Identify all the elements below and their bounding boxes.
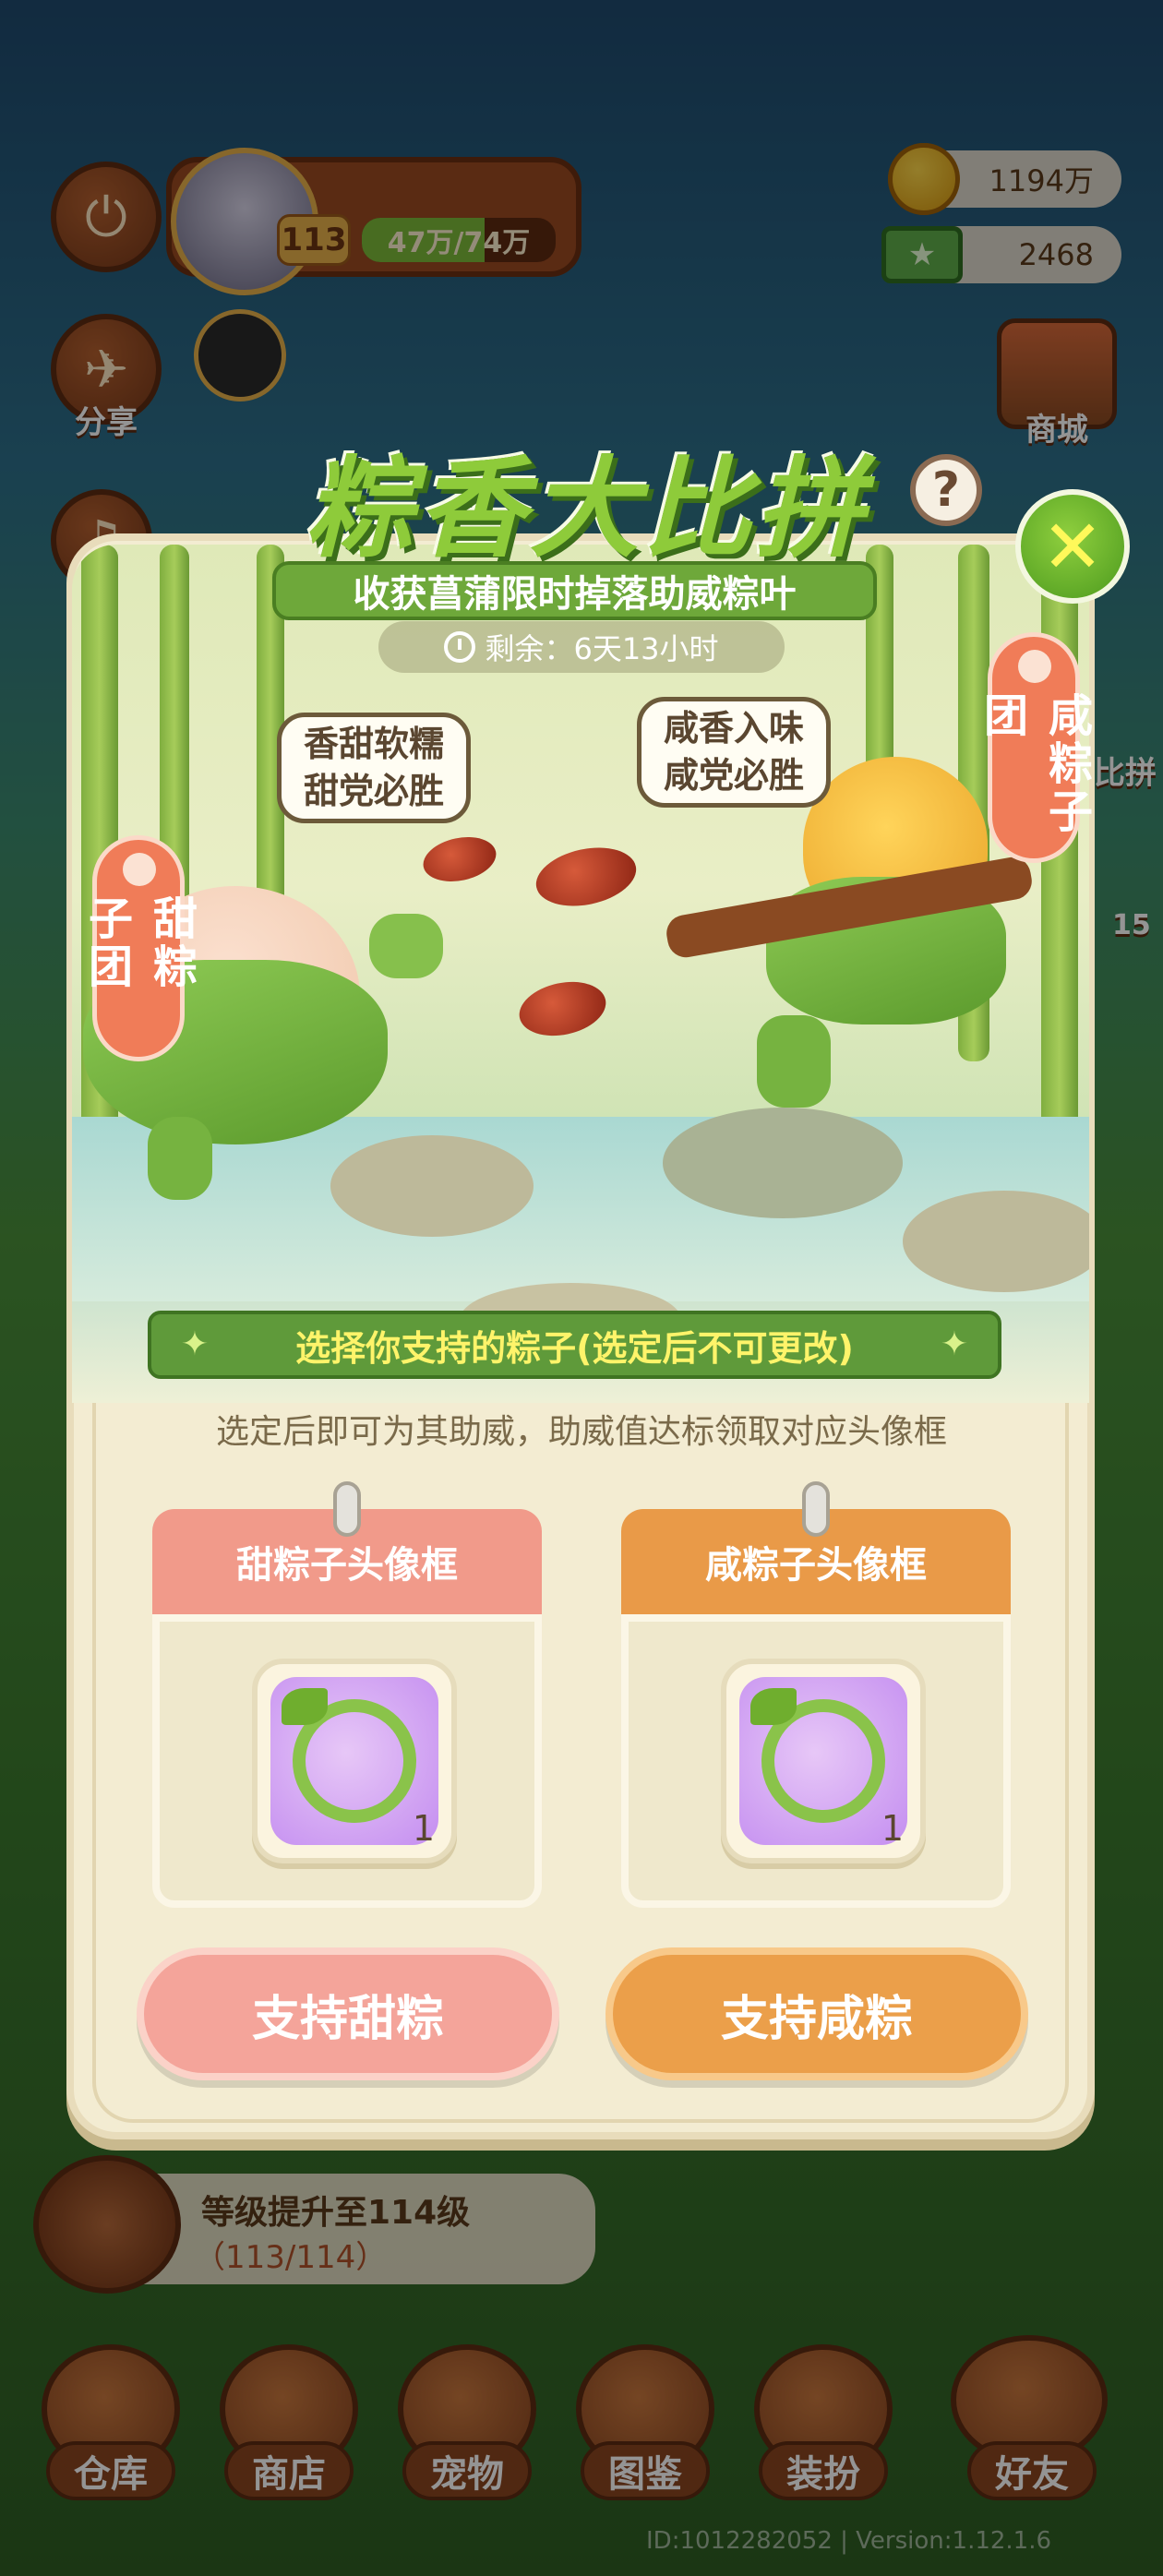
- savory-reward-card: 咸粽子头像框 1: [621, 1481, 1011, 1908]
- savory-card-body: 1: [621, 1614, 1011, 1908]
- sweet-team-tag: 甜粽子团: [80, 835, 197, 1061]
- zongzi-icon: [123, 853, 156, 886]
- event-subtitle: 收获菖蒲限时掉落助威粽叶: [272, 561, 877, 620]
- sweet-card-body: 1: [152, 1614, 542, 1908]
- sweet-team-label: 甜粽子团: [80, 895, 197, 991]
- savory-bubble-line-1: 咸香入味: [663, 707, 804, 749]
- selection-title: 选择你支持的粽子(选定后不可更改): [295, 1327, 854, 1369]
- support-savory-button[interactable]: 支持咸粽: [605, 1947, 1028, 2080]
- reward-quantity: 1: [881, 1808, 904, 1849]
- countdown-timer: 剩余：6天13小时: [378, 621, 785, 673]
- sweet-reward-card: 甜粽子头像框 1: [152, 1481, 542, 1908]
- savory-avatar-frame-item[interactable]: 1: [721, 1659, 926, 1863]
- leaf-icon: [282, 1688, 328, 1725]
- selection-banner: ✦ 选择你支持的粽子(选定后不可更改) ✦: [148, 1311, 1001, 1379]
- countdown-text: 剩余：6天13小时: [485, 631, 719, 666]
- event-title: 粽香大比拼: [304, 444, 868, 572]
- clock-icon: [444, 631, 476, 663]
- sweet-bubble-line-2: 甜党必胜: [303, 771, 444, 811]
- savory-speech-bubble: 咸香入味 咸党必胜: [637, 697, 831, 808]
- help-button[interactable]: ?: [910, 454, 982, 526]
- close-icon: ✕: [1041, 503, 1104, 590]
- leaf-icon: [750, 1688, 797, 1725]
- support-sweet-button[interactable]: 支持甜粽: [137, 1947, 559, 2080]
- pin-icon: [802, 1481, 830, 1537]
- sweet-bubble-line-1: 香甜软糯: [303, 723, 444, 764]
- question-icon: ?: [931, 462, 961, 518]
- selection-hint: 选定后即可为其助威，助威值达标领取对应头像框: [215, 1413, 947, 1451]
- savory-team-tag: 咸粽子团: [976, 632, 1092, 863]
- sweet-speech-bubble: 香甜软糯 甜党必胜: [277, 713, 471, 823]
- reward-quantity: 1: [412, 1808, 435, 1849]
- close-button[interactable]: ✕: [1015, 489, 1130, 604]
- sparkle-icon: ✦: [180, 1325, 210, 1363]
- sparkle-icon: ✦: [940, 1325, 969, 1363]
- sweet-avatar-frame-item[interactable]: 1: [252, 1659, 457, 1863]
- savory-team-label: 咸粽子团: [976, 692, 1092, 836]
- zongzi-icon: [1018, 650, 1051, 683]
- savory-bubble-line-2: 咸党必胜: [663, 755, 804, 796]
- pin-icon: [333, 1481, 361, 1537]
